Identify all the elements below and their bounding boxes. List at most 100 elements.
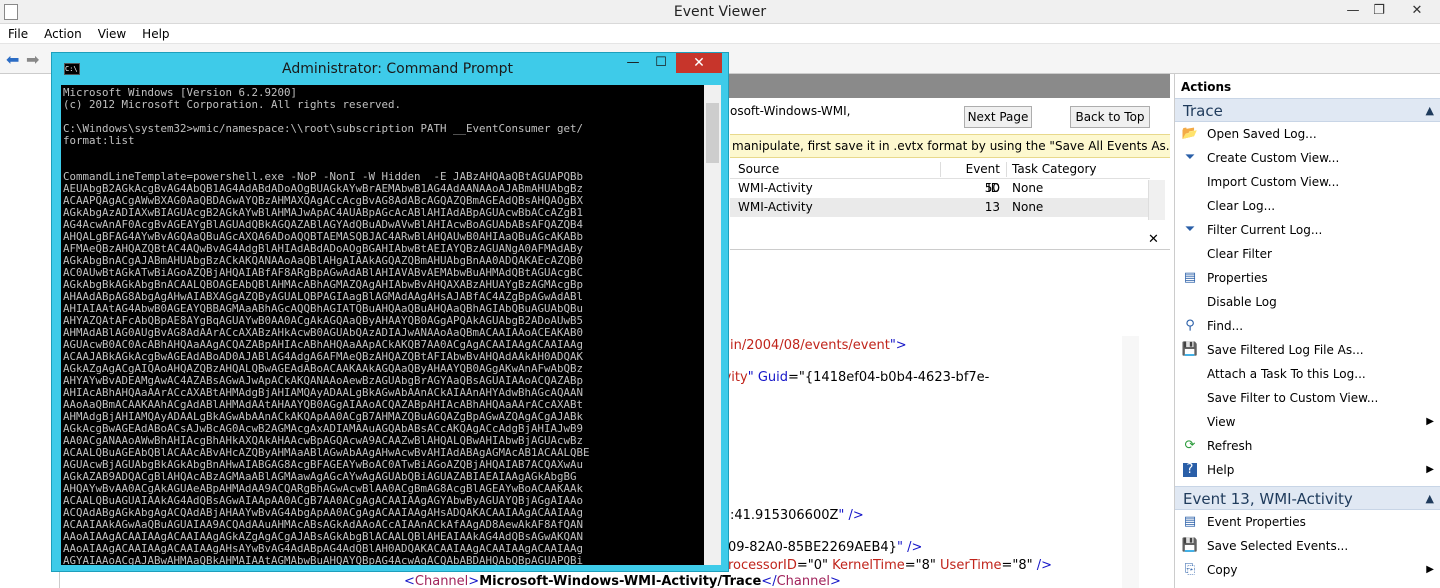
table-row-selected[interactable]: WMI-Activity 13 None [730,198,1150,217]
cmd-minimize-button[interactable]: — [618,53,648,73]
menu-view[interactable]: View [90,24,134,44]
collapse-icon[interactable]: ▲ [1426,487,1434,511]
action-help[interactable]: ? Help ▶ [1175,458,1440,482]
action-label: Save Selected Events... [1207,539,1349,553]
action-import-custom-view[interactable]: Import Custom View... [1175,170,1440,194]
table-header: Source Event ID Task Category [730,160,1150,195]
xml-channel: Microsoft-Windows-WMI-Activity/Trace [479,574,762,588]
back-to-top-button[interactable]: Back to Top [1070,106,1150,128]
next-page-button[interactable]: Next Page [964,106,1032,128]
collapse-icon[interactable]: ▲ [1426,99,1434,123]
events-table: Source Event ID Task Category WMI-Activi… [730,160,1150,217]
action-copy[interactable]: ⎘ Copy ▶ [1175,558,1440,582]
window-title: Event Viewer [673,4,767,20]
action-event-properties[interactable]: ▤ Event Properties [1175,510,1440,534]
action-label: Save Filter to Custom View... [1207,391,1379,405]
properties-icon: ▤ [1183,270,1197,285]
action-label: Properties [1207,271,1268,285]
log-name: osoft-Windows-WMI, [730,104,851,118]
action-attach-a-task-to-this-log[interactable]: Attach a Task To this Log... [1175,362,1440,386]
action-disable-log[interactable]: Disable Log [1175,290,1440,314]
event-xml-view: in/2004/08/events/event"> ivity" Guid="{… [404,338,1053,588]
action-label: Filter Current Log... [1207,223,1323,237]
close-button[interactable]: ✕ [1400,0,1434,22]
filter-icon: ⏷ [1184,150,1196,165]
cmd-close-button[interactable]: ✕ [676,53,722,73]
console-line: C:\Windows\system32>wmic/namespace:\\roo… [63,122,584,135]
cmd-titlebar[interactable]: C:\ Administrator: Command Prompt — ☐ ✕ [52,53,728,85]
help-icon: ? [1183,463,1197,477]
console-line: AGYAIAAoACgAJABwAHMAaQBkAHMAIAAtAGMAbwBu… [63,554,584,566]
action-label: Create Custom View... [1207,151,1340,165]
action-label: Attach a Task To this Log... [1207,367,1366,381]
action-label: Disable Log [1207,295,1277,309]
action-label: Save Filtered Log File As... [1207,343,1364,357]
cmd-scrollbar[interactable] [704,85,721,565]
cmd-title: Administrator: Command Prompt [282,61,513,77]
save-icon: 💾 [1181,342,1199,357]
cmd-app-icon: C:\ [64,63,80,75]
action-save-filtered-log-file-as[interactable]: 💾 Save Filtered Log File As... [1175,338,1440,362]
event-viewer-titlebar[interactable]: Event Viewer — ❐ ✕ [0,0,1440,24]
save-icon: 💾 [1181,538,1199,553]
detail-close-icon[interactable]: ✕ [1148,232,1159,247]
column-source[interactable]: Source [738,160,779,179]
desktop: Event Viewer — ❐ ✕ File Action View Help ⬅ … [0,0,1440,588]
submenu-arrow-icon: ▶ [1426,416,1434,427]
actions-title: Actions [1175,74,1440,98]
action-label: Clear Filter [1207,247,1272,261]
action-label: Import Custom View... [1207,175,1340,189]
xml-system-time: :41.915306600Z [730,508,839,523]
submenu-arrow-icon: ▶ [1426,564,1434,575]
column-task-category[interactable]: Task Category [1012,160,1097,179]
event-detail-header [730,228,1170,250]
command-prompt-window: C:\ Administrator: Command Prompt — ☐ ✕ … [51,52,729,572]
action-label: Clear Log... [1207,199,1276,213]
properties-icon: ▤ [1183,514,1197,529]
action-save-selected-events[interactable]: 💾 Save Selected Events... [1175,534,1440,558]
action-view[interactable]: View ▶ [1175,410,1440,434]
action-filter-current-log[interactable]: ⏷ Filter Current Log... [1175,218,1440,242]
info-bar: manipulate, first save it in .evtx forma… [730,134,1170,158]
refresh-icon: ⟳ [1184,438,1196,453]
menu-file[interactable]: File [0,24,36,44]
menu-help[interactable]: Help [134,24,177,44]
action-label: Open Saved Log... [1207,127,1317,141]
forward-arrow-icon[interactable]: ➡ [26,50,39,69]
menu-action[interactable]: Action [36,24,90,44]
actions-section-trace[interactable]: Trace ▲ [1175,98,1440,122]
submenu-arrow-icon: ▶ [1426,464,1434,475]
table-scrollbar[interactable] [1148,180,1165,220]
action-properties[interactable]: ▤ Properties [1175,266,1440,290]
action-label: Help [1207,463,1235,477]
action-create-custom-view[interactable]: ⏷ Create Custom View... [1175,146,1440,170]
action-save-filter-to-custom-view[interactable]: Save Filter to Custom View... [1175,386,1440,410]
action-clear-filter[interactable]: Clear Filter [1175,242,1440,266]
action-label: View [1207,415,1236,429]
cmd-console-output[interactable]: Microsoft Windows [Version 6.2.9200] (c) … [61,85,704,565]
console-line: (c) 2012 Microsoft Corporation. All righ… [63,98,402,111]
restore-button[interactable]: ❐ [1362,0,1396,22]
menu-bar: File Action View Help [0,24,1440,44]
folder-icon: 📂 [1181,126,1199,141]
actions-section-event[interactable]: Event 13, WMI-Activity ▲ [1175,486,1440,510]
console-line: format:list [63,134,135,147]
binoculars-icon: ⚲ [1185,318,1195,333]
table-row[interactable]: WMI-Activity 50 None [730,179,1150,198]
xml-activity-id: 09-82A0-85BE2269AEB4} [728,540,897,555]
action-label: Refresh [1207,439,1253,453]
cmd-scroll-thumb[interactable] [706,103,719,163]
xml-namespace: in/2004/08/events/event [730,338,890,353]
actions-pane: Actions Trace ▲ 📂 Open Saved Log... ⏷ Create… [1174,74,1440,588]
cmd-maximize-button[interactable]: ☐ [646,53,676,73]
action-find[interactable]: ⚲ Find... [1175,314,1440,338]
back-arrow-icon[interactable]: ⬅ [6,50,19,69]
event-viewer-app-icon [4,4,18,20]
xml-guid: ="{1418ef04-b0b4-4623-bf7e- [788,370,990,385]
action-open-saved-log[interactable]: 📂 Open Saved Log... [1175,122,1440,146]
xml-scrollbar[interactable] [1122,336,1139,588]
action-refresh[interactable]: ⟳ Refresh [1175,434,1440,458]
filter-icon: ⏷ [1184,222,1196,237]
action-clear-log[interactable]: Clear Log... [1175,194,1440,218]
